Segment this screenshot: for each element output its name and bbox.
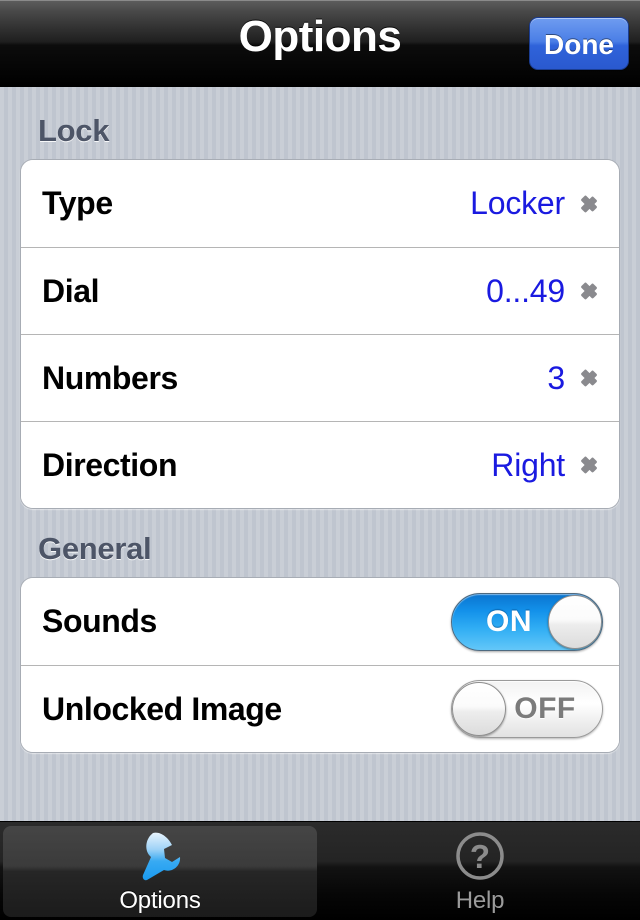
toggle-knob[interactable] xyxy=(452,682,506,736)
tab-label: Options xyxy=(119,887,201,914)
svg-text:?: ? xyxy=(470,838,490,875)
row-label: Sounds xyxy=(42,603,157,639)
navigation-bar: Options Done xyxy=(0,0,640,87)
sounds-toggle[interactable]: ON xyxy=(451,592,603,651)
row-value: 0...49 xyxy=(486,272,565,309)
unlocked-image-toggle[interactable]: OFF xyxy=(451,680,603,738)
section-header-lock: Lock xyxy=(38,113,110,148)
question-mark-icon: ? xyxy=(451,829,509,885)
row-label: Numbers xyxy=(42,359,178,396)
chevron-icon xyxy=(579,276,603,306)
row-accessory: 3 xyxy=(547,360,603,397)
tab-label: Help xyxy=(455,887,505,914)
row-accessory: 0...49 xyxy=(486,273,603,310)
wrench-icon xyxy=(131,829,189,885)
row-label: Unlocked Image xyxy=(42,690,282,727)
toggle-state-label: ON xyxy=(486,604,532,638)
row-direction[interactable]: Direction Right xyxy=(21,421,619,508)
toggle-state-label: OFF xyxy=(514,692,576,725)
tab-bar: Options ? Help xyxy=(0,821,640,920)
tab-help[interactable]: ? Help xyxy=(320,822,640,920)
row-numbers[interactable]: Numbers 3 xyxy=(21,334,619,421)
section-header-general: General xyxy=(38,531,152,566)
row-dial[interactable]: Dial 0...49 xyxy=(21,247,619,334)
settings-content: Lock Type Locker Dial 0...49 Numbers 3 D… xyxy=(0,87,640,822)
done-button[interactable]: Done xyxy=(529,17,629,70)
toggle-knob[interactable] xyxy=(548,594,602,649)
row-accessory: Locker xyxy=(470,185,603,222)
chevron-icon xyxy=(579,189,603,219)
row-value: Locker xyxy=(470,185,565,221)
row-label: Dial xyxy=(42,272,100,309)
settings-group-general: Sounds ON Unlocked Image OFF xyxy=(20,577,620,753)
row-accessory: Right xyxy=(491,447,603,484)
chevron-icon xyxy=(579,363,603,393)
settings-group-lock: Type Locker Dial 0...49 Numbers 3 Direct… xyxy=(20,159,620,509)
row-label: Type xyxy=(42,185,113,221)
row-unlocked-image: Unlocked Image OFF xyxy=(21,665,619,752)
row-type[interactable]: Type Locker xyxy=(21,160,619,247)
chevron-icon xyxy=(579,450,603,480)
app-screen: Options Done Lock Type Locker Dial 0...4… xyxy=(0,0,640,920)
row-value: 3 xyxy=(547,359,565,396)
row-label: Direction xyxy=(42,446,178,483)
tab-options[interactable]: Options xyxy=(0,822,320,920)
row-sounds: Sounds ON xyxy=(21,578,619,665)
row-value: Right xyxy=(491,446,565,483)
